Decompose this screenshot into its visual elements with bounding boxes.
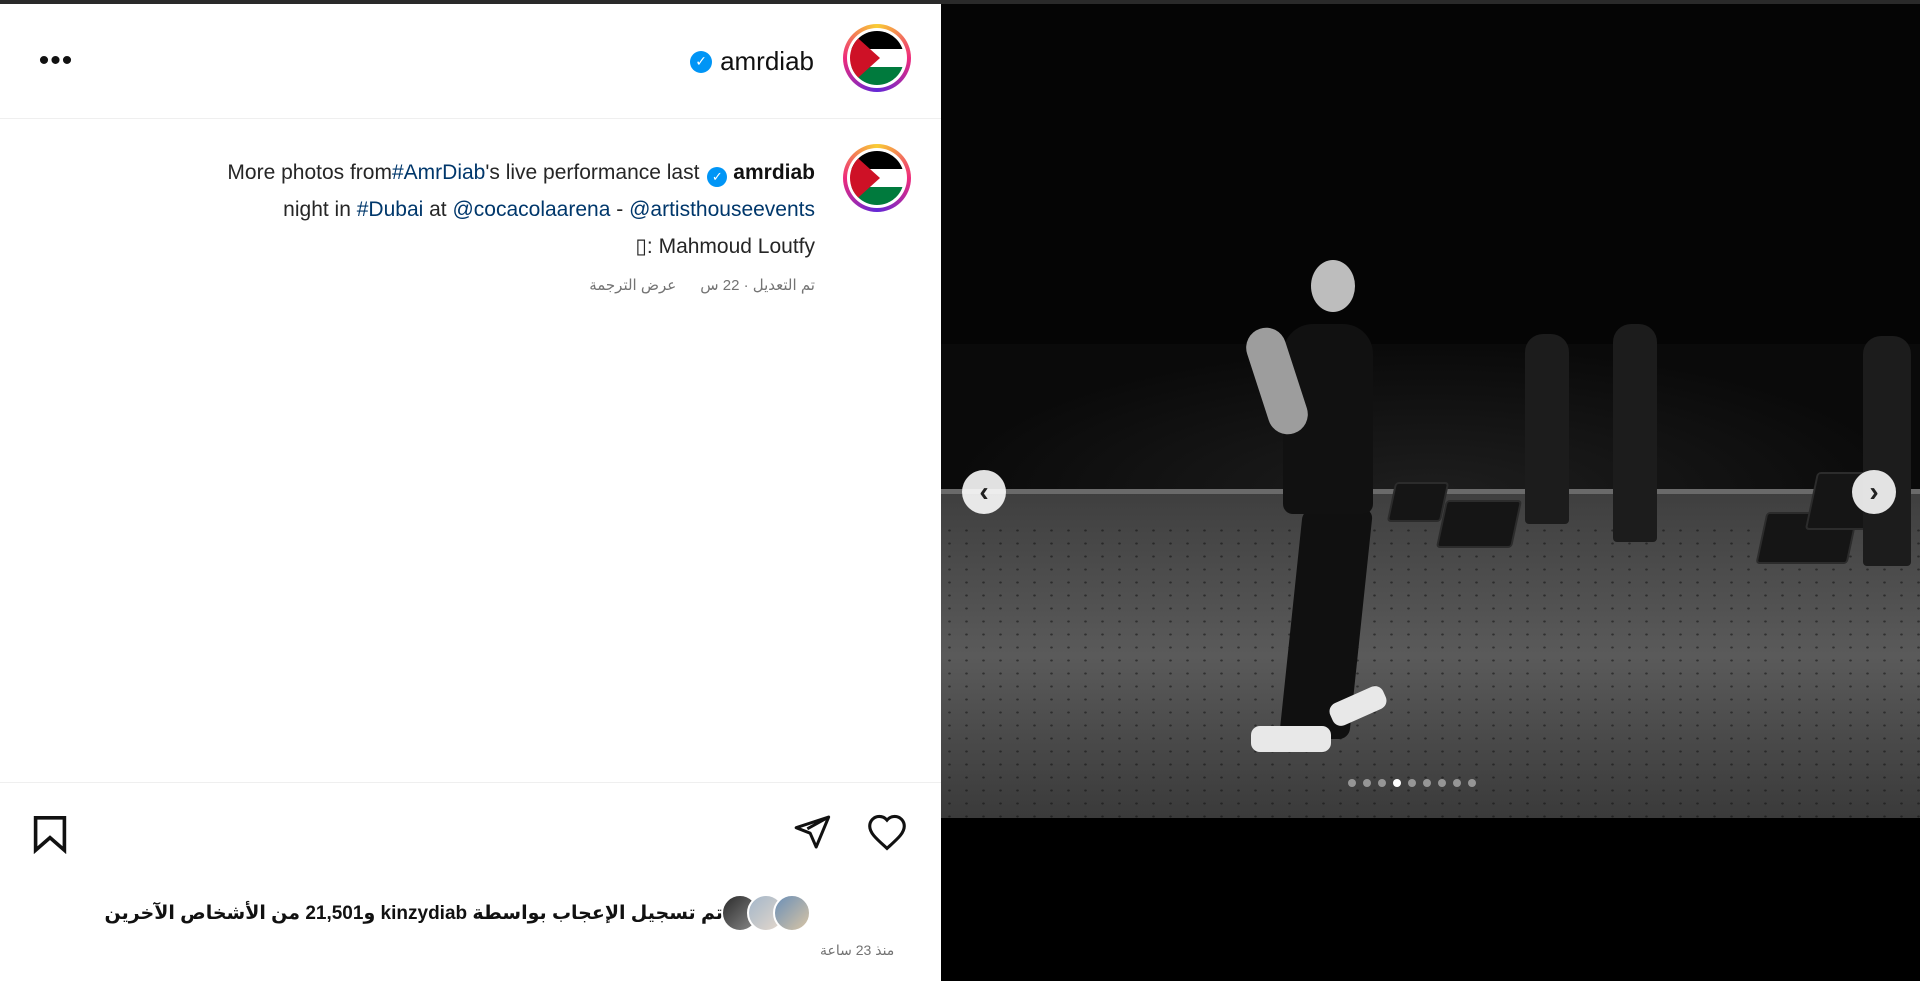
mention-artisthouseevents[interactable]: @artisthouseevents <box>629 198 815 221</box>
mention-cocacolaarena[interactable]: @cocacolaarena <box>452 198 610 221</box>
see-translation-link[interactable]: عرض الترجمة <box>589 276 676 294</box>
confetti <box>941 524 1920 818</box>
carousel-next-button[interactable]: › <box>1852 470 1896 514</box>
photo-background <box>941 818 1920 981</box>
post-meta: تم التعديل · 22 س عرض الترجمة <box>589 276 815 294</box>
chevron-right-icon: › <box>1869 476 1879 507</box>
carousel-dot <box>1423 779 1431 787</box>
photo-credit: : Mahmoud Loutfy <box>646 235 815 258</box>
actions-divider <box>0 782 941 783</box>
flag-avatar-image <box>850 31 904 85</box>
crowd-area <box>941 344 1920 494</box>
post-header: ••• ✓ amrdiab <box>0 4 941 119</box>
carousel-dot <box>1393 779 1401 787</box>
likes-text[interactable]: تم تسجيل الإعجاب بواسطة kinzydiab و21,50… <box>104 902 723 925</box>
carousel-dot <box>1438 779 1446 787</box>
carousel-indicator <box>1348 779 1476 787</box>
camera-icon: ▯ <box>635 235 647 258</box>
header-avatar[interactable] <box>843 24 911 92</box>
singer <box>1251 726 1331 752</box>
musician <box>1525 334 1569 524</box>
more-icon: ••• <box>38 44 74 77</box>
save-button[interactable] <box>28 812 72 856</box>
flag-avatar-image <box>850 151 904 205</box>
post-panel: ••• ✓ amrdiab More photos from#AmrDiab's… <box>0 4 941 981</box>
carousel-dot <box>1378 779 1386 787</box>
musician <box>1863 336 1911 566</box>
musician <box>1613 324 1657 542</box>
send-icon <box>794 815 831 849</box>
stage-speaker <box>1435 500 1523 548</box>
chevron-left-icon: ‹ <box>979 476 989 507</box>
verified-icon: ✓ <box>707 166 728 187</box>
hashtag-dubai[interactable]: #Dubai <box>357 198 424 221</box>
header-user[interactable]: ✓ amrdiab <box>690 46 814 77</box>
bookmark-icon <box>33 816 67 854</box>
carousel-dot <box>1408 779 1416 787</box>
liker-avatars[interactable] <box>721 894 811 932</box>
share-button[interactable] <box>790 810 834 854</box>
edited-time: تم التعديل · 22 س <box>700 277 815 294</box>
post-caption: More photos from#AmrDiab's live performa… <box>227 161 815 258</box>
carousel-dot <box>1363 779 1371 787</box>
caption-username[interactable]: amrdiab <box>733 161 815 184</box>
caption-avatar[interactable] <box>843 144 911 212</box>
carousel-prev-button[interactable]: ‹ <box>962 470 1006 514</box>
more-options-button[interactable]: ••• <box>36 46 76 76</box>
singer <box>1311 260 1355 312</box>
carousel-dot <box>1453 779 1461 787</box>
likes-row: تم تسجيل الإعجاب بواسطة kinzydiab و21,50… <box>104 894 811 932</box>
post-photo <box>941 4 1920 818</box>
carousel-dot <box>1468 779 1476 787</box>
carousel-dot <box>1348 779 1356 787</box>
verified-icon: ✓ <box>690 50 713 73</box>
stage-speaker <box>1386 482 1450 522</box>
post-timestamp: منذ 23 ساعة <box>820 942 895 958</box>
header-username[interactable]: amrdiab <box>720 46 814 77</box>
heart-icon <box>868 814 906 851</box>
hashtag-amrdiab[interactable]: #AmrDiab <box>392 161 485 184</box>
like-button[interactable] <box>865 810 909 854</box>
avatar <box>773 894 811 932</box>
